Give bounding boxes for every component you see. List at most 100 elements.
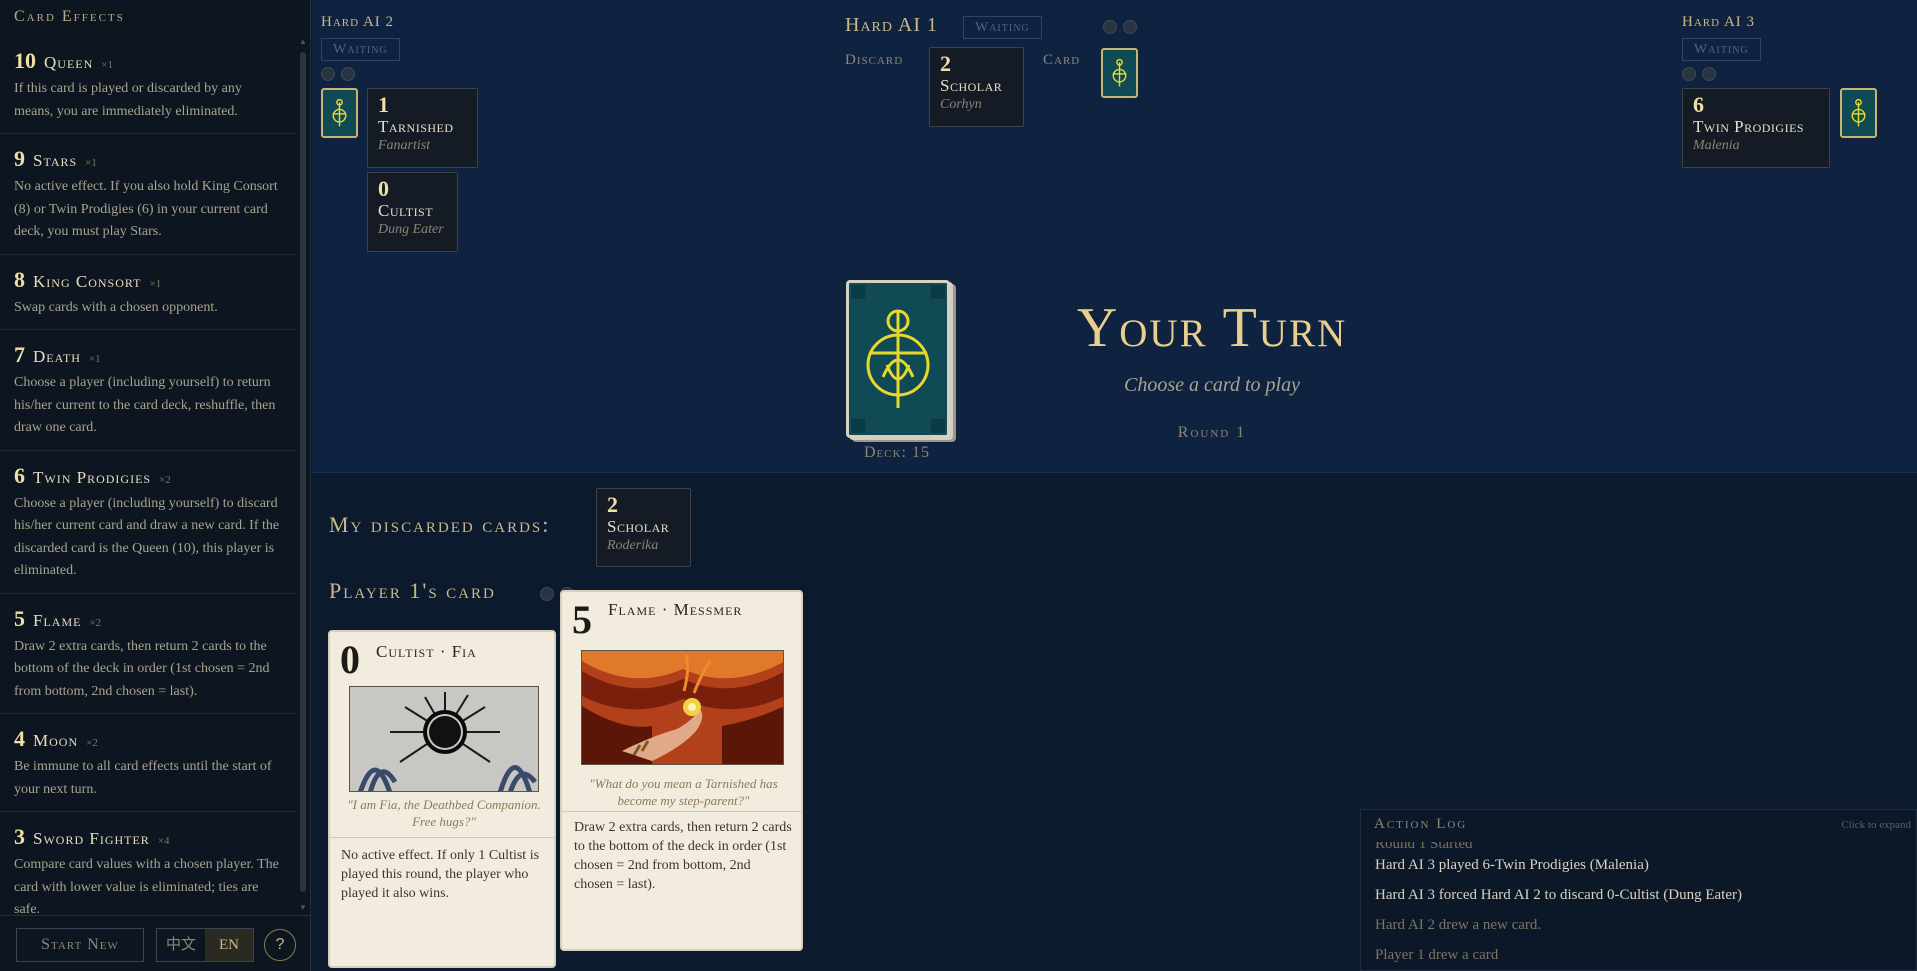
deck-count: Deck: 15 bbox=[864, 444, 930, 461]
effect-value: 9 bbox=[14, 146, 25, 171]
effect-header: 4 Moon ×2 bbox=[14, 726, 283, 752]
effect-item: 6 Twin Prodigies ×2 Choose a player (includ… bbox=[0, 451, 297, 594]
action-log-expand-hint[interactable]: Click to expand bbox=[1841, 819, 1911, 831]
scroll-down-icon[interactable]: ▼ bbox=[299, 904, 307, 912]
my-discard-label: My discarded cards: bbox=[329, 512, 551, 537]
card-art-black-sun bbox=[349, 686, 539, 792]
action-log-entries: Round 1 Started Hard AI 3 played 6-Twin … bbox=[1375, 842, 1905, 970]
effect-item: 5 Flame ×2 Draw 2 extra cards, then return … bbox=[0, 594, 297, 714]
effect-item: 8 King Consort ×1 Swap cards with a chosen … bbox=[0, 255, 297, 330]
sidebar-footer: Start New 中文 EN ? bbox=[0, 915, 311, 971]
log-entry: Round 1 Started bbox=[1375, 842, 1473, 850]
effect-value: 10 bbox=[14, 48, 36, 73]
card-flavor-quote: "What do you mean a Tarnished has become… bbox=[589, 776, 778, 808]
deck-top-card[interactable] bbox=[846, 280, 950, 438]
card-value: 2 bbox=[607, 492, 618, 517]
card-title: Cultist · Fia bbox=[376, 642, 477, 661]
effects-list[interactable]: 10 Queen ×1 If this card is played or disca… bbox=[0, 36, 297, 913]
action-log-title: Action Log bbox=[1374, 816, 1468, 832]
card-value: 1 bbox=[378, 92, 389, 117]
card-name: Scholar bbox=[607, 517, 670, 536]
effect-description: Compare card values with a chosen player… bbox=[14, 857, 279, 913]
elden-ring-emblem-icon bbox=[332, 98, 347, 127]
scroll-up-icon[interactable]: ▲ bbox=[299, 38, 307, 46]
game-board-top: Hard AI 2 Waiting 1 Tarnished Fanartist … bbox=[312, 0, 1917, 473]
card-back-ai2[interactable] bbox=[321, 88, 358, 138]
effect-header: 9 Stars ×1 bbox=[14, 146, 283, 172]
effect-value: 8 bbox=[14, 266, 25, 292]
effect-count: ×4 bbox=[157, 835, 170, 847]
effect-item: 7 Death ×1 Choose a player (including yours… bbox=[0, 330, 297, 451]
my-discard-card-scholar: 2 Scholar Roderika bbox=[596, 488, 691, 567]
scroll-thumb[interactable] bbox=[300, 52, 306, 892]
token-dot bbox=[321, 67, 335, 81]
revealed-card-ai2-cultist: 0 Cultist Dung Eater bbox=[367, 172, 458, 252]
card-back-ai1[interactable] bbox=[1101, 48, 1138, 98]
card-value: 0 bbox=[378, 176, 389, 201]
flame-icon bbox=[582, 651, 783, 764]
card-flavor-quote: "I am Fia, the Deathbed Companion. Free … bbox=[347, 797, 541, 829]
effect-item: 3 Sword Fighter ×4 Compare card values with… bbox=[0, 812, 297, 913]
opponent-name-ai1: Hard AI 1 bbox=[845, 14, 939, 36]
effect-count: ×1 bbox=[85, 157, 97, 169]
help-button[interactable]: ? bbox=[264, 929, 296, 961]
card-character: Corhyn bbox=[940, 97, 982, 112]
card-character: Fanartist bbox=[378, 138, 431, 153]
card-name: Cultist bbox=[378, 201, 434, 220]
effect-name: Stars bbox=[33, 151, 78, 170]
effect-value: 5 bbox=[14, 605, 25, 631]
card-effect-text: No active effect. If only 1 Cultist is p… bbox=[341, 848, 540, 901]
effect-name: Queen bbox=[44, 53, 94, 72]
discard-label-ai1: Discard bbox=[845, 52, 904, 68]
card-name: Scholar bbox=[940, 76, 1003, 95]
hand-card-cultist-fia[interactable]: 0 Cultist · Fia "I am Fia, the Deathbed … bbox=[328, 630, 556, 968]
card-title: Flame · Messmer bbox=[608, 600, 743, 619]
effect-count: ×1 bbox=[101, 59, 113, 71]
lang-en-button[interactable]: EN bbox=[205, 929, 253, 961]
card-name: Twin Prodigies bbox=[1693, 117, 1805, 136]
action-log-panel[interactable]: Action Log Click to expand Round 1 Start… bbox=[1360, 809, 1917, 971]
discard-card-ai1-scholar: 2 Scholar Corhyn bbox=[929, 47, 1024, 127]
card-back-ai3[interactable] bbox=[1840, 88, 1877, 138]
effect-header: 6 Twin Prodigies ×2 bbox=[14, 463, 283, 489]
effect-name: Flame bbox=[33, 610, 82, 630]
effect-header: 7 Death ×1 bbox=[14, 342, 283, 368]
log-entry: Hard AI 3 forced Hard AI 2 to discard 0-… bbox=[1375, 887, 1742, 903]
effect-name: Twin Prodigies bbox=[33, 467, 152, 487]
effect-value: 3 bbox=[14, 824, 25, 849]
card-effects-sidebar: Card Effects 10 Queen ×1 If this card is pl… bbox=[0, 0, 311, 971]
opponent-name-ai2: Hard AI 2 bbox=[321, 14, 395, 30]
hand-card-flame-messmer[interactable]: 5 Flame · Messmer "What do you mean a Ta… bbox=[560, 590, 803, 951]
effect-value: 6 bbox=[14, 462, 25, 488]
card-value: 6 bbox=[1693, 92, 1704, 117]
opponent-name-ai3: Hard AI 3 bbox=[1682, 14, 1756, 30]
token-dots-ai2 bbox=[321, 67, 355, 81]
opponent-status-ai3: Waiting bbox=[1682, 38, 1761, 61]
sidebar-scrollbar[interactable]: ▲ ▼ bbox=[299, 38, 307, 912]
language-switch: 中文 EN bbox=[156, 928, 254, 962]
token-dots-ai1 bbox=[1103, 20, 1137, 34]
round-label: Round 1 bbox=[1177, 424, 1247, 441]
revealed-card-ai3-twin-prodigies: 6 Twin Prodigies Malenia bbox=[1682, 88, 1830, 168]
effect-value: 4 bbox=[14, 726, 25, 751]
card-character: Roderika bbox=[607, 538, 659, 553]
start-new-button[interactable]: Start New bbox=[16, 928, 144, 962]
card-divider bbox=[330, 837, 554, 838]
effect-name: Moon bbox=[33, 731, 79, 750]
opponent-status-ai1: Waiting bbox=[963, 16, 1042, 39]
card-value: 2 bbox=[940, 51, 951, 76]
effect-description: Be immune to all card effects until the … bbox=[14, 759, 272, 797]
effect-description: Swap cards with a chosen opponent. bbox=[14, 299, 218, 315]
effect-header: 10 Queen ×1 bbox=[14, 48, 283, 74]
log-entry: Hard AI 3 played 6-Twin Prodigies (Malen… bbox=[1375, 857, 1649, 873]
lang-zh-button[interactable]: 中文 bbox=[157, 929, 205, 961]
token-dots-ai3 bbox=[1682, 67, 1716, 81]
token-dot bbox=[1103, 20, 1117, 34]
draw-deck[interactable] bbox=[846, 280, 956, 442]
card-character: Malenia bbox=[1693, 138, 1740, 153]
turn-subtitle: Choose a card to play bbox=[1124, 374, 1300, 396]
effect-description: Draw 2 extra cards, then return 2 cards … bbox=[14, 638, 270, 699]
sidebar-title: Card Effects bbox=[14, 8, 125, 25]
card-divider bbox=[562, 811, 801, 812]
effect-description: Choose a player (including yourself) to … bbox=[14, 495, 280, 579]
